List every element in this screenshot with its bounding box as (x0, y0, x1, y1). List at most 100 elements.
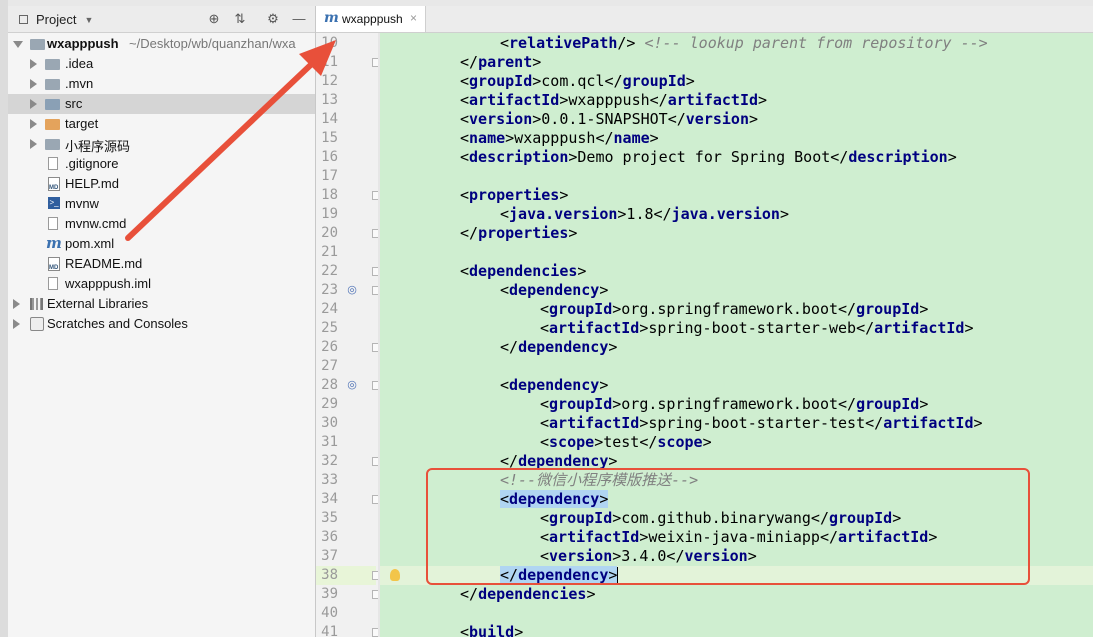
tree-item-external-libraries[interactable]: External Libraries (8, 294, 315, 314)
tree-item-label: Scratches and Consoles (47, 316, 188, 331)
code-line[interactable]: </dependency> (500, 338, 617, 357)
code-line[interactable]: <dependencies> (460, 262, 586, 281)
code-line[interactable]: <description>Demo project for Spring Boo… (460, 148, 957, 167)
line-number-text: 14 (321, 111, 338, 127)
tab-label: wxapppush (342, 12, 403, 26)
chevron-right-icon[interactable] (30, 139, 37, 149)
hide-panel-icon[interactable]: — (291, 11, 307, 27)
project-view-icon (19, 15, 28, 24)
code-line[interactable]: <artifactId>spring-boot-starter-test</ar… (540, 414, 983, 433)
code-line[interactable]: <name>wxapppush</name> (460, 129, 659, 148)
tree-item-target[interactable]: target (8, 114, 315, 134)
chevron-down-icon: ▼ (84, 14, 94, 25)
line-number: 10 (316, 34, 338, 53)
folder-icon (45, 79, 60, 90)
tree-item-idea[interactable]: .idea (8, 54, 315, 74)
chevron-right-icon[interactable] (13, 319, 20, 329)
code-line[interactable]: <artifactId>spring-boot-starter-web</art… (540, 319, 974, 338)
tree-item-help-md[interactable]: MD HELP.md (8, 174, 315, 194)
dependency-icon[interactable]: ◎ (346, 283, 358, 297)
line-number-gutter[interactable]: 10 11 12 13 14 15 16 17 18 19 20 21 22 23 ◎ 24 25 26 27 28 ◎… (316, 33, 381, 637)
intention-bulb-icon[interactable] (390, 569, 400, 581)
line-number-text: 26 (321, 339, 338, 355)
code-line[interactable]: <relativePath/> <!-- lookup parent from … (500, 34, 988, 53)
tree-item-mvn[interactable]: .mvn (8, 74, 315, 94)
iml-file-icon (48, 277, 58, 290)
code-line[interactable]: <dependency> (500, 376, 608, 395)
tree-item-mvnw-cmd[interactable]: mvnw.cmd (8, 214, 315, 234)
code-line[interactable]: </parent> (460, 53, 541, 72)
line-number: 14 (316, 110, 338, 129)
code-line[interactable]: </dependencies> (460, 585, 595, 604)
tree-item-scratches-and-consoles[interactable]: Scratches and Consoles (8, 314, 315, 334)
line-number: 18 (316, 186, 338, 205)
line-number-text: 32 (321, 453, 338, 469)
line-number-text: 22 (321, 263, 338, 279)
line-number: 16 (316, 148, 338, 167)
tree-item-label: .idea (65, 56, 94, 71)
chevron-right-icon[interactable] (30, 79, 37, 89)
code-line[interactable]: <artifactId>wxapppush</artifactId> (460, 91, 767, 110)
close-icon[interactable]: × (410, 11, 417, 25)
code-line[interactable]: <groupId>org.springframework.boot</group… (540, 300, 928, 319)
folder-icon (45, 59, 60, 70)
tree-item-label: target (65, 116, 99, 131)
line-number-text: 33 (321, 472, 338, 488)
tree-item-wxapppush-iml[interactable]: wxapppush.iml (8, 274, 315, 294)
excluded-folder-icon (45, 119, 60, 130)
tree-item-wxapppush[interactable]: wxapppush ~/Desktop/wb/quanzhan/wxa (8, 34, 315, 54)
code-line[interactable]: <dependency> (500, 281, 608, 300)
line-number: 39 (316, 585, 338, 604)
chevron-down-icon[interactable] (13, 41, 23, 48)
line-number-text: 35 (321, 510, 338, 526)
tree-item-label: 小程序源码 (65, 139, 131, 154)
line-number: 34 (316, 490, 338, 509)
line-number-text: 40 (321, 605, 338, 621)
line-number-text: 24 (321, 301, 338, 317)
tree-item-label: src (65, 96, 83, 111)
folder-icon (45, 139, 60, 150)
tree-item-label: README.md (65, 256, 143, 271)
tree-item-label: .mvn (65, 76, 94, 91)
code-line[interactable]: <build> (460, 623, 523, 637)
project-view-selector[interactable]: Project ▼ (19, 12, 93, 27)
locate-icon[interactable]: ⊕ (206, 11, 222, 27)
line-number-text: 17 (321, 168, 338, 184)
code-line[interactable]: <version>0.0.1-SNAPSHOT</version> (460, 110, 758, 129)
code-line[interactable]: <properties> (460, 186, 568, 205)
tree-item-readme-md[interactable]: MD README.md (8, 254, 315, 274)
chevron-right-icon[interactable] (30, 59, 37, 69)
line-number-text: 25 (321, 320, 338, 336)
dependency-icon[interactable]: ◎ (346, 378, 358, 392)
line-number: 28 (316, 376, 338, 395)
file-icon (48, 157, 58, 170)
chevron-right-icon[interactable] (13, 299, 20, 309)
line-number-text: 27 (321, 358, 338, 374)
code-line[interactable]: <scope>test</scope> (540, 433, 712, 452)
line-number-text: 41 (321, 624, 338, 637)
line-number: 19 (316, 205, 338, 224)
line-number: 37 (316, 547, 338, 566)
tree-item-gitignore[interactable]: .gitignore (8, 154, 315, 174)
line-number-text: 13 (321, 92, 338, 108)
chevron-right-icon[interactable] (30, 99, 37, 109)
collapse-all-icon[interactable]: ⇅ (232, 11, 248, 27)
line-number-text: 39 (321, 586, 338, 602)
line-number-text: 11 (321, 54, 338, 70)
line-number: 40 (316, 604, 338, 623)
code-line[interactable]: <java.version>1.8</java.version> (500, 205, 789, 224)
tab-wxapppush[interactable]: m wxapppush × (316, 6, 426, 32)
line-number: 33 (316, 471, 338, 490)
tree-item-src[interactable]: src (8, 94, 315, 114)
chevron-right-icon[interactable] (30, 119, 37, 129)
code-line[interactable]: </properties> (460, 224, 577, 243)
tree-item-mvnw[interactable]: >_ mvnw (8, 194, 315, 214)
tree-item-label: External Libraries (47, 296, 149, 311)
code-line[interactable]: <groupId>com.qcl</groupId> (460, 72, 695, 91)
gear-icon[interactable]: ⚙ (265, 11, 281, 27)
tree-item-path: ~/Desktop/wb/quanzhan/wxa (129, 36, 296, 51)
tree-item-[interactable]: 小程序源码 (8, 134, 315, 154)
line-number: 22 (316, 262, 338, 281)
tree-item-pom-xml[interactable]: m pom.xml (8, 234, 315, 254)
code-line[interactable]: <groupId>org.springframework.boot</group… (540, 395, 928, 414)
